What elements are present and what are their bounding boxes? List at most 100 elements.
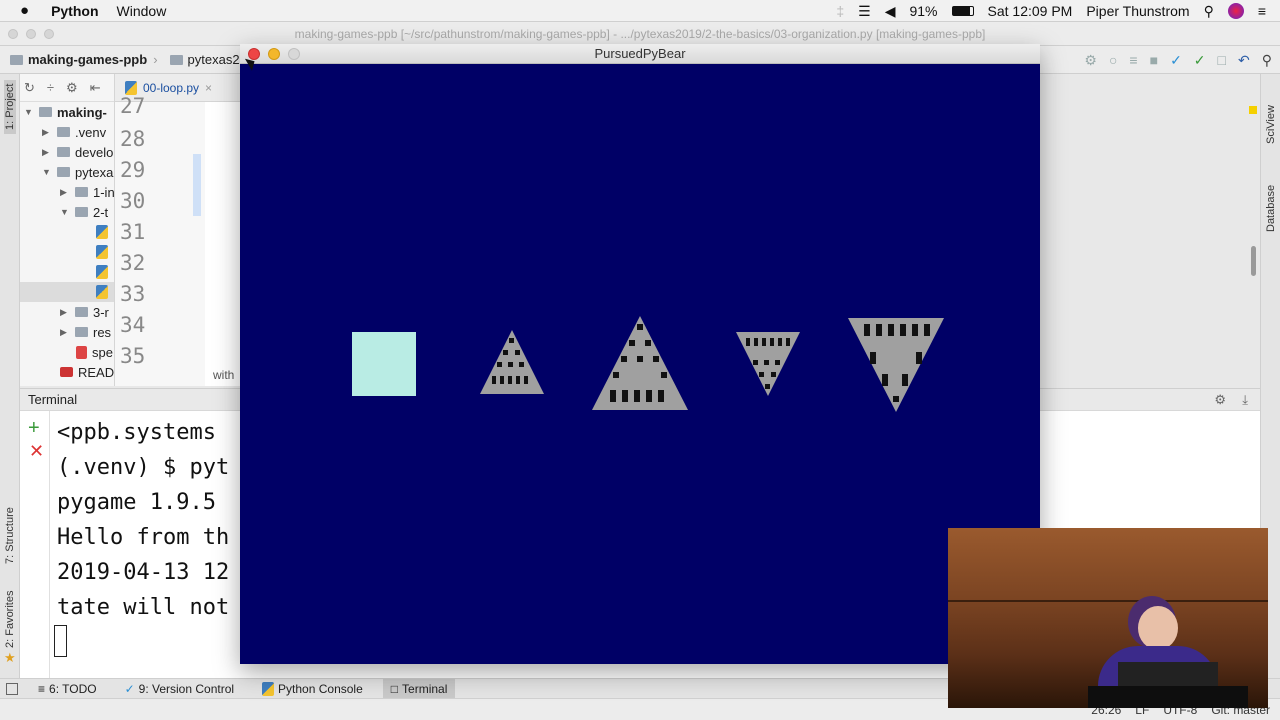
tool-project-tab[interactable]: 1: Project bbox=[4, 79, 16, 134]
battery-icon[interactable] bbox=[951, 6, 974, 16]
breadcrumb-child[interactable]: pytexas20 bbox=[169, 52, 247, 67]
toggle-toolbars-icon[interactable] bbox=[6, 682, 18, 695]
profile-icon[interactable]: ○ bbox=[1109, 52, 1117, 69]
line-number: 34 bbox=[120, 313, 146, 337]
project-panel: ↻ ÷ ⚙ ⇤ ▼ making- ▶ .venv ▶ develo ▼ pytexa … bbox=[20, 74, 115, 386]
line-number: 33 bbox=[120, 282, 146, 306]
minimize-window-button[interactable] bbox=[268, 48, 280, 60]
tab-00-loop[interactable]: 00-loop.py × bbox=[125, 80, 212, 95]
terminal-hide-icon[interactable]: ⤓ bbox=[1242, 389, 1248, 411]
ide-title-bar: making-games-ppb [~/src/pathunstrom/maki… bbox=[0, 22, 1280, 46]
revert-icon[interactable]: ↶ bbox=[1238, 52, 1250, 69]
python-file-icon bbox=[96, 265, 108, 279]
run-toolbar: ⚙ ○ ≡ ■ ✓ ✓ □ ↶ ⚲ bbox=[1084, 52, 1272, 69]
terminal-settings-icon[interactable]: ⚙ bbox=[1214, 389, 1226, 411]
tree-file-selected[interactable] bbox=[20, 282, 114, 302]
folder-icon bbox=[39, 107, 52, 117]
change-marker bbox=[193, 154, 201, 216]
line-number: 32 bbox=[120, 251, 146, 275]
volume-icon[interactable]: ◀ bbox=[885, 3, 896, 20]
user-name[interactable]: Piper Thunstrom bbox=[1086, 3, 1189, 19]
wifi-icon[interactable]: ☰ bbox=[858, 3, 871, 20]
tree-item-readme[interactable]: READI bbox=[60, 362, 114, 382]
tool-structure-tab[interactable]: 7: Structure bbox=[4, 507, 16, 564]
enemy-ship-large-down bbox=[848, 318, 944, 412]
tree-item-pytexas[interactable]: ▼ pytexa bbox=[42, 162, 113, 182]
menubar-status-area: ‡ ☰ ◀ 91% Sat 12:09 PM Piper Thunstrom ⚲… bbox=[836, 0, 1280, 22]
speaker-head bbox=[1138, 606, 1178, 650]
editor-scrollbar-thumb[interactable] bbox=[1251, 246, 1256, 276]
notification-center-icon[interactable]: ≡ bbox=[1258, 3, 1266, 19]
close-tab-icon[interactable]: × bbox=[205, 81, 212, 95]
tab-version-control[interactable]: ✓ 9: Version Control bbox=[117, 679, 242, 699]
game-title-bar[interactable]: PursuedPyBear bbox=[240, 44, 1040, 64]
stop-icon[interactable]: ■ bbox=[1150, 52, 1158, 69]
tree-item-venv[interactable]: ▶ .venv bbox=[42, 122, 106, 142]
zoom-window-button[interactable] bbox=[288, 48, 300, 60]
bluetooth-icon[interactable]: ‡ bbox=[836, 3, 844, 19]
tree-item-2-the-basics[interactable]: ▼ 2-t bbox=[60, 202, 108, 222]
tool-database-tab[interactable]: Database bbox=[1265, 185, 1277, 232]
tree-item-3[interactable]: ▶ 3-r bbox=[60, 302, 109, 322]
terminal-line: pygame 1.9.5 bbox=[57, 490, 216, 515]
podium-laptop bbox=[1118, 662, 1218, 688]
collapse-icon[interactable]: ÷ bbox=[47, 80, 54, 95]
folder-icon bbox=[75, 187, 88, 197]
podium bbox=[1088, 686, 1248, 708]
terminal-line: <ppb.systems bbox=[57, 420, 216, 445]
line-number: 27 bbox=[120, 94, 146, 118]
tab-todo[interactable]: ≡ 6: TODO bbox=[30, 679, 105, 699]
tree-file[interactable] bbox=[96, 222, 108, 242]
tool-favorites-tab[interactable]: 2: Favorites bbox=[4, 591, 16, 648]
menu-app-python[interactable]: Python bbox=[51, 3, 98, 19]
enemy-ship-small-up bbox=[480, 330, 544, 394]
game-canvas[interactable] bbox=[240, 64, 1040, 664]
folder-icon bbox=[75, 207, 88, 217]
project-toolbar: ↻ ÷ ⚙ ⇤ bbox=[20, 74, 114, 102]
tree-file[interactable] bbox=[96, 242, 108, 262]
enemy-ship-small-down bbox=[736, 332, 800, 396]
close-session-x-icon[interactable]: ✕ bbox=[29, 441, 44, 462]
tree-item-resources[interactable]: ▶ res bbox=[60, 322, 111, 342]
folder-icon bbox=[169, 54, 183, 65]
speaker-webcam-overlay bbox=[948, 528, 1268, 708]
search-everywhere-icon[interactable]: ⚲ bbox=[1262, 52, 1272, 69]
menu-window[interactable]: Window bbox=[117, 3, 167, 19]
spotlight-search-icon[interactable]: ⚲ bbox=[1204, 3, 1214, 20]
line-number: 28 bbox=[120, 127, 146, 151]
tree-item-spec[interactable]: spe bbox=[76, 342, 113, 362]
tree-item-develop[interactable]: ▶ develo bbox=[42, 142, 113, 162]
tab-terminal[interactable]: □ Terminal bbox=[382, 678, 456, 699]
tree-item-1-intro[interactable]: ▶ 1-in bbox=[60, 182, 114, 202]
sync-icon[interactable]: ↻ bbox=[24, 80, 35, 96]
macos-menubar: ● Python Window ‡ ☰ ◀ 91% Sat 12:09 PM P… bbox=[0, 0, 1280, 22]
vcs-update-icon[interactable]: ✓ bbox=[1170, 52, 1182, 69]
terminal-cursor[interactable] bbox=[54, 625, 67, 657]
new-session-plus-icon[interactable]: + bbox=[28, 417, 40, 440]
siri-icon[interactable] bbox=[1227, 3, 1244, 19]
ide-window-controls[interactable] bbox=[8, 29, 54, 39]
terminal-line: (.venv) $ pyt bbox=[57, 455, 230, 480]
left-tool-strip: 1: Project 7: Structure 2: Favorites ★ bbox=[0, 74, 20, 678]
warning-marker bbox=[1249, 106, 1257, 114]
folder-icon bbox=[10, 54, 23, 65]
apple-icon[interactable]: ● bbox=[20, 2, 29, 19]
folder-icon bbox=[57, 167, 70, 177]
clock[interactable]: Sat 12:09 PM bbox=[988, 3, 1073, 19]
tab-python-console[interactable]: Python Console bbox=[254, 679, 371, 699]
folder-icon bbox=[75, 307, 88, 317]
vcs-history-icon[interactable]: □ bbox=[1218, 52, 1226, 69]
settings-gear-icon[interactable]: ⚙ bbox=[66, 80, 78, 96]
vcs-commit-icon[interactable]: ✓ bbox=[1194, 52, 1206, 69]
tool-sciview-tab[interactable]: SciView bbox=[1265, 105, 1277, 144]
hide-icon[interactable]: ⇤ bbox=[90, 80, 101, 96]
ide-window-title: making-games-ppb [~/src/pathunstrom/maki… bbox=[294, 27, 986, 41]
tree-root[interactable]: ▼ making- bbox=[24, 102, 107, 122]
list-icon[interactable]: ≡ bbox=[1129, 52, 1137, 69]
game-window[interactable]: PursuedPyBear bbox=[240, 44, 1040, 664]
tree-file[interactable] bbox=[96, 262, 108, 282]
terminal-line: Hello from th bbox=[57, 525, 230, 550]
debug-icon[interactable]: ⚙ bbox=[1084, 52, 1097, 69]
breadcrumb-root[interactable]: making-games-ppb bbox=[10, 52, 147, 67]
battery-percent[interactable]: 91% bbox=[909, 3, 937, 19]
